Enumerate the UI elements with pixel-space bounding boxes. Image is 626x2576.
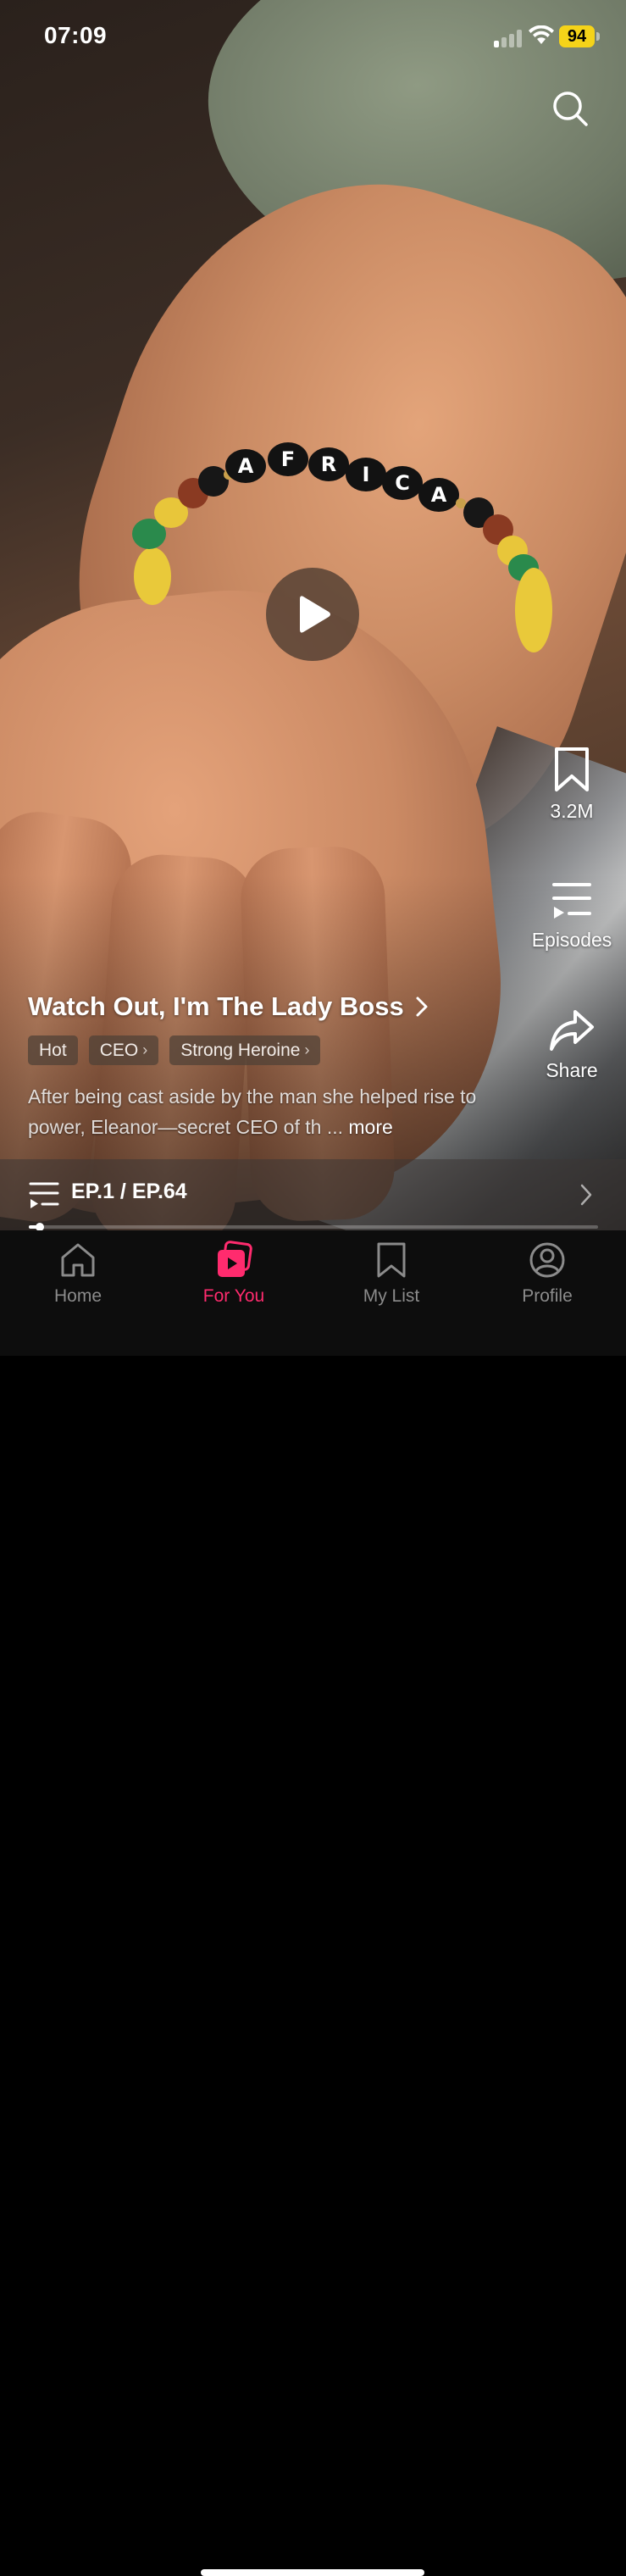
status-time: 07:09 [44,22,108,48]
tab-my-list[interactable]: My List [324,1230,459,1315]
share-button[interactable]: Share [525,1008,618,1082]
show-title-link[interactable]: Watch Out, I'm The Lady Boss [28,990,429,1024]
save-count: 3.2M [550,800,594,822]
bookmark-icon [377,1242,406,1278]
cellular-signal-icon [494,29,524,47]
tab-profile[interactable]: Profile [479,1230,615,1315]
more-link[interactable]: more [348,1116,392,1138]
svg-text:R: R [321,452,336,476]
svg-text:F: F [281,447,295,471]
share-icon [550,1010,594,1051]
share-label: Share [546,1059,598,1081]
home-icon [61,1243,95,1277]
wifi-icon [529,25,554,44]
show-title: Watch Out, I'm The Lady Boss [28,991,404,1021]
show-description: After being cast aside by the man she he… [28,1085,477,1138]
tag-strong-heroine[interactable]: Strong Heroine › [169,1035,321,1065]
chevron-right-icon [580,1184,592,1206]
battery-indicator: 94 [559,25,595,47]
bracelet-letter: A [238,454,254,478]
episode-list-icon [552,883,591,919]
episode-list-icon [29,1182,59,1208]
chevron-right-icon [416,997,428,1017]
person-icon [529,1242,565,1278]
tab-bar: Home For You My List Profile [0,1230,626,2576]
tag-hot[interactable]: Hot [28,1035,78,1065]
home-indicator [201,2569,424,2576]
tag-ceo[interactable]: CEO › [88,1035,159,1065]
episodes-label: Episodes [531,929,612,951]
svg-text:C: C [395,471,410,495]
svg-text:A: A [431,483,447,507]
tab-for-you[interactable]: For You [166,1230,302,1315]
play-icon [300,596,330,633]
chevron-right-icon: › [304,1041,310,1058]
episode-label: EP.1 / EP.64 [71,1180,187,1203]
play-square-icon [218,1241,252,1277]
tag-list: Hot CEO › Strong Heroine › [28,1035,321,1065]
bookmark-icon [555,747,589,791]
playback-progress[interactable] [29,1223,598,1231]
chevron-right-icon: › [142,1041,148,1058]
save-button[interactable]: 3.2M [525,746,618,823]
status-bar: 07:09 94 [0,0,626,76]
play-button[interactable] [266,568,359,661]
episodes-button[interactable]: Episodes [525,880,618,952]
search-icon[interactable] [551,89,591,130]
tab-home[interactable]: Home [10,1230,146,1315]
svg-text:I: I [363,463,370,486]
episode-selector[interactable]: EP.1 / EP.64 [0,1159,626,1230]
